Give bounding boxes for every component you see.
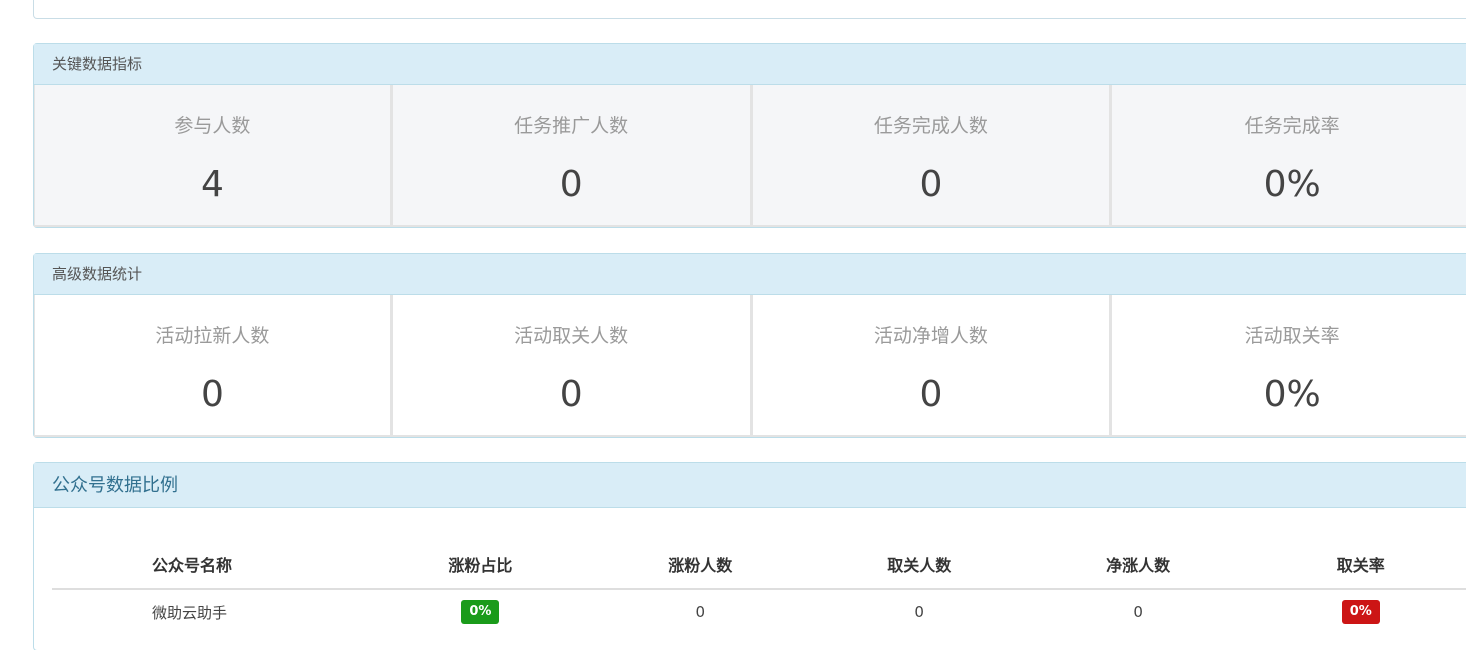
page: 关键数据指标 参与人数 4 任务推广人数 0 任务完成人数 0 任务完成率 0%… [0,0,1466,650]
account-ratio-table: 公众号名称 涨粉占比 涨粉人数 取关人数 净涨人数 取关率 微助云助手 0% 0… [52,540,1466,634]
key-metrics-row: 参与人数 4 任务推广人数 0 任务完成人数 0 任务完成率 0% [34,85,1466,227]
key-metrics-panel: 关键数据指标 参与人数 4 任务推广人数 0 任务完成人数 0 任务完成率 0% [33,43,1466,228]
account-ratio-heading: 公众号数据比例 [34,463,1466,508]
stat-label: 活动净增人数 [873,325,988,347]
stat-label: 活动拉新人数 [155,325,270,347]
stat-value: 0 [919,374,943,415]
stat-unfollowers: 活动取关人数 0 [392,295,753,437]
stat-value: 4 [200,164,224,205]
cell-fan-ratio: 0% [370,589,591,634]
advanced-stats-row: 活动拉新人数 0 活动取关人数 0 活动净增人数 0 活动取关率 0% [34,295,1466,437]
table-header-row: 公众号名称 涨粉占比 涨粉人数 取关人数 净涨人数 取关率 [52,540,1466,590]
advanced-stats-heading: 高级数据统计 [34,254,1466,295]
account-ratio-panel: 公众号数据比例 公众号名称 涨粉占比 涨粉人数 取关人数 净涨人数 取关率 微助… [33,462,1466,650]
stat-value: 0 [919,164,943,205]
stat-label: 任务完成率 [1244,115,1340,137]
stat-value: 0 [559,374,583,415]
stat-value: 0 [200,374,224,415]
stat-task-completion-rate: 任务完成率 0% [1112,85,1466,227]
stat-participants: 参与人数 4 [34,85,393,227]
column-header-fans: 涨粉人数 [590,540,810,590]
stat-task-promoters: 任务推广人数 0 [392,85,753,227]
cell-fans: 0 [695,603,706,621]
stat-value: 0% [1263,374,1321,415]
stat-unfollow-rate: 活动取关率 0% [1112,295,1466,437]
stat-label: 任务推广人数 [514,115,629,137]
advanced-stats-panel: 高级数据统计 活动拉新人数 0 活动取关人数 0 活动净增人数 0 活动取关率 … [33,253,1466,438]
key-metrics-heading: 关键数据指标 [34,44,1466,85]
stat-net-growth: 活动净增人数 0 [752,295,1113,437]
fan-ratio-badge: 0% [461,600,500,624]
account-ratio-body: 公众号名称 涨粉占比 涨粉人数 取关人数 净涨人数 取关率 微助云助手 0% 0… [34,508,1466,650]
cell-net: 0 [1133,603,1143,621]
column-header-unfollow-rate: 取关率 [1247,540,1466,590]
stat-value: 0% [1263,164,1321,205]
stat-label: 参与人数 [174,115,251,137]
stat-label: 活动取关率 [1244,325,1340,347]
previous-panel-bottom [33,0,1466,19]
stat-task-completed: 任务完成人数 0 [752,85,1113,227]
column-header-account-name: 公众号名称 [52,540,370,590]
cell-account-name: 微助云助手 [152,603,228,622]
column-header-net: 净涨人数 [1028,540,1248,590]
table-row: 微助云助手 0% 0 0 0 0% [52,589,1466,634]
stat-label: 活动取关人数 [514,325,629,347]
cell-unfollow: 0 [914,603,924,621]
column-header-fan-ratio: 涨粉占比 [369,540,591,590]
column-header-unfollow: 取关人数 [809,540,1029,590]
stat-value: 0 [559,164,583,205]
cell-unfollow-rate: 0% [1248,589,1466,634]
stat-new-followers: 活动拉新人数 0 [34,295,393,437]
stat-label: 任务完成人数 [873,115,988,137]
unfollow-rate-badge: 0% [1341,600,1380,624]
